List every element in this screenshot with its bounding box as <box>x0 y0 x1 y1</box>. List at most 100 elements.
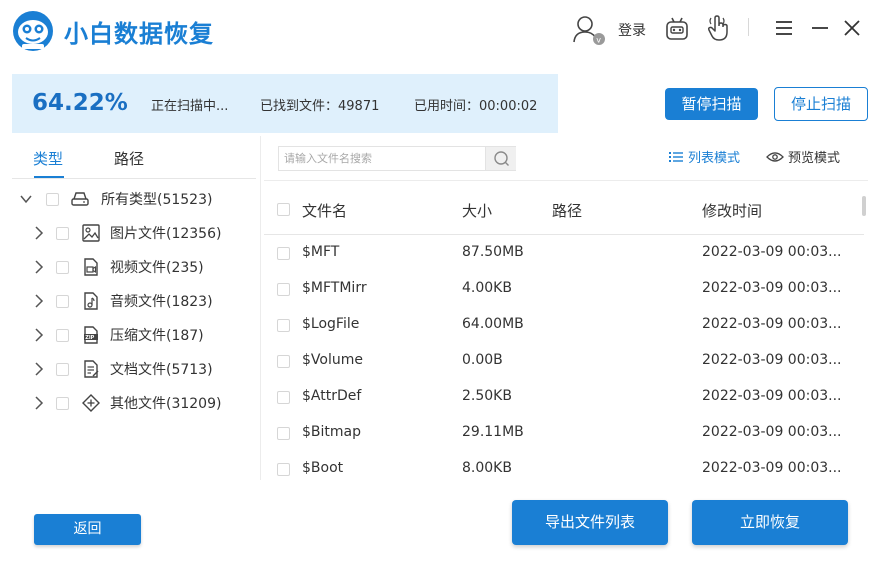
chevron-down-icon[interactable] <box>18 192 34 206</box>
file-size: 8.00KB <box>462 460 512 476</box>
files-found-text: 已找到文件：49871 <box>260 99 380 114</box>
file-name: $MFTMirr <box>302 280 367 296</box>
row-checkbox[interactable] <box>277 427 290 440</box>
chevron-right-icon[interactable] <box>32 362 46 376</box>
list-mode-label: 列表模式 <box>688 151 741 166</box>
tree-item-archives[interactable]: ZIP 压缩文件(187) <box>32 323 204 347</box>
search-input[interactable] <box>279 147 485 170</box>
hand-icon[interactable] <box>706 14 730 42</box>
table-row[interactable]: $MFTMirr 4.00KB 2022-03-09 00:03... <box>264 272 864 308</box>
row-checkbox[interactable] <box>277 391 290 404</box>
table-row[interactable]: $Volume 0.00B 2022-03-09 00:03... <box>264 344 864 380</box>
panel-divider <box>260 136 261 480</box>
file-size: 64.00MB <box>462 316 524 332</box>
preview-mode-label: 预览模式 <box>788 151 841 166</box>
file-modified: 2022-03-09 00:03... <box>702 460 842 476</box>
column-header-path[interactable]: 路径 <box>552 200 582 221</box>
stop-scan-button[interactable]: 停止扫描 <box>774 87 868 121</box>
tree-item-label: 其他文件(31209) <box>110 396 222 412</box>
user-icon[interactable]: v <box>572 14 606 46</box>
minimize-icon[interactable] <box>810 18 830 38</box>
table-row[interactable]: $MFT 87.50MB 2022-03-09 00:03... <box>264 236 864 272</box>
row-checkbox[interactable] <box>277 247 290 260</box>
app-title: 小白数据恢复 <box>64 20 214 48</box>
tree-root-all-types[interactable]: 所有类型(51523) <box>18 187 212 211</box>
table-scrollbar[interactable] <box>862 196 866 216</box>
file-name: $MFT <box>302 244 340 260</box>
table-row[interactable]: $Bitmap 29.11MB 2022-03-09 00:03... <box>264 416 864 452</box>
file-name: $AttrDef <box>302 388 362 404</box>
preview-mode-toggle[interactable]: 预览模式 <box>766 147 840 166</box>
chevron-right-icon[interactable] <box>32 328 46 342</box>
image-file-icon <box>82 224 100 242</box>
login-link[interactable]: 登录 <box>618 20 646 40</box>
checkbox-videos[interactable] <box>56 260 69 274</box>
file-modified: 2022-03-09 00:03... <box>702 424 842 440</box>
back-button[interactable]: 返回 <box>34 514 141 545</box>
pause-scan-button[interactable]: 暂停扫描 <box>665 88 758 120</box>
file-table-header: 文件名 大小 路径 修改时间 <box>264 190 864 234</box>
toolbar-divider <box>264 180 868 181</box>
chevron-right-icon[interactable] <box>32 294 46 308</box>
tree-item-label: 所有类型(51523) <box>101 192 213 208</box>
tree-item-audio[interactable]: 音频文件(1823) <box>32 289 213 313</box>
file-modified: 2022-03-09 00:03... <box>702 244 842 260</box>
row-checkbox[interactable] <box>277 463 290 476</box>
svg-text:ZIP: ZIP <box>85 335 94 341</box>
chevron-right-icon[interactable] <box>32 396 46 410</box>
scan-progress-percent: 64.22% <box>32 90 128 116</box>
scan-state-text: 正在扫描中... <box>151 99 229 114</box>
checkbox-all-types[interactable] <box>46 192 59 206</box>
export-file-list-button[interactable]: 导出文件列表 <box>512 500 668 545</box>
tab-path[interactable]: 路径 <box>114 148 144 169</box>
tab-type[interactable]: 类型 <box>33 148 63 169</box>
checkbox-documents[interactable] <box>56 362 69 376</box>
scan-status-bar: 64.22% 正在扫描中... 已找到文件：49871 已用时间：00:00:0… <box>12 74 558 133</box>
list-icon <box>669 151 683 162</box>
tree-item-others[interactable]: 其他文件(31209) <box>32 391 221 415</box>
tree-item-videos[interactable]: 视频文件(235) <box>32 255 204 279</box>
file-name: $Bitmap <box>302 424 361 440</box>
tree-item-label: 视频文件(235) <box>110 260 204 276</box>
robot-icon[interactable] <box>664 16 690 42</box>
search-icon[interactable] <box>486 147 517 170</box>
chevron-right-icon[interactable] <box>32 226 46 240</box>
audio-file-icon <box>84 292 98 310</box>
column-header-size[interactable]: 大小 <box>462 200 492 221</box>
search-box <box>278 146 516 171</box>
video-file-icon <box>84 258 98 276</box>
table-row[interactable]: $LogFile 64.00MB 2022-03-09 00:03... <box>264 308 864 344</box>
file-size: 29.11MB <box>462 424 524 440</box>
eye-icon <box>766 151 784 162</box>
checkbox-audio[interactable] <box>56 294 69 308</box>
row-checkbox[interactable] <box>277 283 290 296</box>
column-header-modified[interactable]: 修改时间 <box>702 200 762 221</box>
close-icon[interactable] <box>842 18 862 38</box>
svg-text:v: v <box>596 36 601 45</box>
column-header-name[interactable]: 文件名 <box>302 200 347 221</box>
recover-now-button[interactable]: 立即恢复 <box>692 500 848 545</box>
file-size: 4.00KB <box>462 280 512 296</box>
tree-item-documents[interactable]: 文档文件(5713) <box>32 357 213 381</box>
tree-item-label: 图片文件(12356) <box>110 226 222 242</box>
tree-item-label: 音频文件(1823) <box>110 294 213 310</box>
checkbox-images[interactable] <box>56 226 69 240</box>
file-size: 87.50MB <box>462 244 524 260</box>
checkbox-others[interactable] <box>56 396 69 410</box>
tree-item-label: 压缩文件(187) <box>110 328 204 344</box>
list-mode-toggle[interactable]: 列表模式 <box>668 147 740 166</box>
menu-icon[interactable] <box>774 18 794 38</box>
row-checkbox[interactable] <box>277 355 290 368</box>
row-checkbox[interactable] <box>277 319 290 332</box>
file-name: $Volume <box>302 352 363 368</box>
tree-item-images[interactable]: 图片文件(12356) <box>32 221 221 245</box>
file-modified: 2022-03-09 00:03... <box>702 316 842 332</box>
chevron-right-icon[interactable] <box>32 260 46 274</box>
table-row[interactable]: $Boot 8.00KB 2022-03-09 00:03... <box>264 452 864 480</box>
checkbox-archives[interactable] <box>56 328 69 342</box>
select-all-checkbox[interactable] <box>277 203 290 216</box>
sidebar-divider <box>12 178 256 179</box>
document-file-icon <box>84 360 99 378</box>
table-row[interactable]: $AttrDef 2.50KB 2022-03-09 00:03... <box>264 380 864 416</box>
search-button[interactable] <box>485 147 516 170</box>
